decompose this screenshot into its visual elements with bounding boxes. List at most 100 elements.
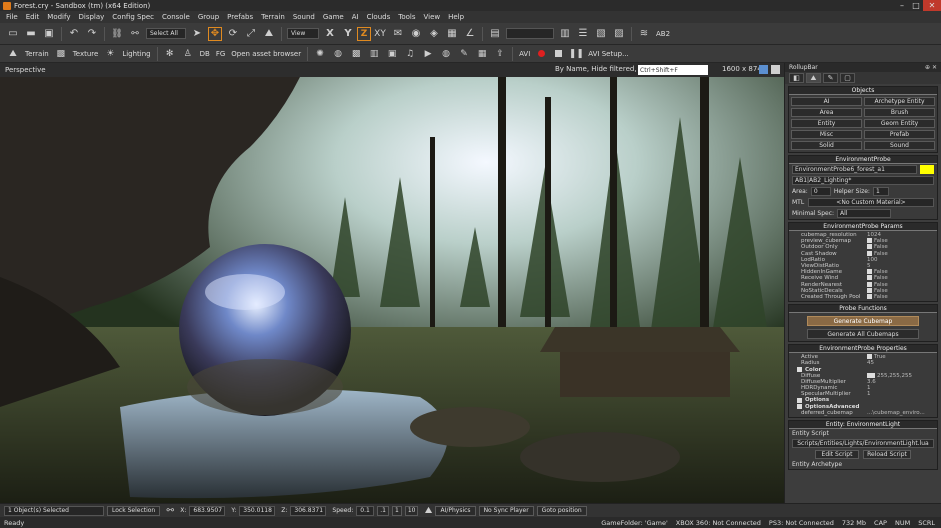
objects-header[interactable]: Objects	[789, 87, 937, 95]
terrain-follow-icon[interactable]: ⛰	[423, 504, 433, 518]
record-icon[interactable]	[538, 50, 546, 57]
fg-button[interactable]: FG	[216, 50, 225, 58]
layer-icon[interactable]: ▤	[488, 27, 502, 41]
axis-y-button[interactable]: Y	[341, 27, 355, 41]
sound-icon[interactable]: ♫	[403, 47, 417, 61]
physics-icon[interactable]: ✺	[313, 47, 327, 61]
goto-position-button[interactable]: Goto position	[536, 505, 587, 516]
speed-01-button[interactable]: .1	[377, 505, 389, 516]
terrain-button[interactable]: Terrain	[25, 50, 49, 58]
param-checkbox[interactable]	[867, 293, 872, 299]
reload-script-button[interactable]: Reload Script	[863, 449, 911, 459]
3d-viewport[interactable]	[0, 77, 784, 503]
probe-color-swatch[interactable]	[920, 165, 934, 174]
prop-row[interactable]: Radius 45	[791, 360, 935, 366]
y-coordinate-input[interactable]: 350.0118	[239, 505, 276, 516]
param-checkbox[interactable]	[867, 281, 872, 287]
param-checkbox[interactable]	[867, 238, 872, 244]
brush-icon[interactable]: ▩	[349, 47, 363, 61]
collapse-icon[interactable]	[797, 404, 802, 410]
viewport-search-input[interactable]: Ctrl+Shift+F	[638, 65, 708, 75]
axis-x-button[interactable]: X	[323, 27, 337, 41]
brush-button[interactable]: Brush	[864, 108, 935, 117]
entity-button[interactable]: Entity	[791, 119, 862, 128]
sound-button[interactable]: Sound	[864, 141, 935, 150]
prop-checkbox[interactable]	[867, 354, 872, 360]
menu-help[interactable]: Help	[448, 13, 464, 21]
script-icon[interactable]: ✎	[457, 47, 471, 61]
layer-field[interactable]	[506, 28, 554, 39]
grid-icon[interactable]: ▦	[445, 27, 459, 41]
helper-size-input[interactable]: 1	[872, 187, 889, 196]
param-checkbox[interactable]	[867, 250, 872, 256]
prop-row[interactable]: Active True	[791, 354, 935, 360]
redo-icon[interactable]: ↷	[85, 27, 99, 41]
no-sync-player-button[interactable]: No Sync Player	[478, 505, 534, 516]
tab-terrain-icon[interactable]: ⛰	[806, 73, 821, 83]
speed-10-button[interactable]: 10	[404, 505, 419, 516]
area-button[interactable]: Area	[791, 108, 862, 117]
speed-1-button[interactable]: 1	[392, 505, 402, 516]
stop-icon[interactable]	[555, 50, 563, 57]
speed-input[interactable]: 0.1	[356, 505, 375, 516]
texture-icon[interactable]: ▩	[54, 47, 68, 61]
layer-tree-icon[interactable]: ▨	[612, 27, 626, 41]
param-checkbox[interactable]	[867, 287, 872, 293]
terrain-icon[interactable]: ⛰	[6, 47, 20, 61]
ai-button[interactable]: AI	[791, 97, 862, 106]
param-row[interactable]: Cast Shadow False	[791, 250, 935, 257]
geom-entity-button[interactable]: Geom Entity	[864, 119, 935, 128]
collapse-icon[interactable]	[797, 367, 802, 373]
prop-row[interactable]: deferred_cubemap ...\cubemap_enviro...	[791, 410, 935, 416]
flowgraph-icon[interactable]: ▥	[367, 47, 381, 61]
menu-display[interactable]: Display	[78, 13, 104, 21]
select-arrow-icon[interactable]: ➤	[190, 27, 204, 41]
rotate-tool-icon[interactable]: ⟳	[226, 27, 240, 41]
param-row[interactable]: Created Through Pool False	[791, 293, 935, 300]
menu-clouds[interactable]: Clouds	[367, 13, 391, 21]
ai-physics-button[interactable]: AI/Physics	[435, 505, 476, 516]
prop-row[interactable]: HDRDynamic 1	[791, 385, 935, 391]
menu-tools[interactable]: Tools	[398, 13, 415, 21]
probe-layer-field[interactable]: AB1|AB2_Lighting*	[792, 176, 934, 185]
env-props-header[interactable]: EnvironmentProbe Properties	[789, 345, 937, 354]
move-tool-icon[interactable]: ✥	[208, 26, 222, 41]
z-coordinate-input[interactable]: 306.8371	[290, 505, 327, 516]
menu-terrain[interactable]: Terrain	[261, 13, 285, 21]
avi-setup-button[interactable]: AVI Setup...	[588, 50, 628, 58]
prop-value[interactable]: 45	[867, 360, 935, 366]
archetype-entity-button[interactable]: Archetype Entity	[864, 97, 935, 106]
layers-stack-icon[interactable]: ≋	[637, 27, 651, 41]
color-swatch[interactable]	[867, 372, 875, 378]
particle-icon[interactable]: ✻	[163, 47, 177, 61]
menu-modify[interactable]: Modify	[47, 13, 70, 21]
misc-button[interactable]: Misc	[791, 130, 862, 139]
lock-selection-button[interactable]: Lock Selection	[107, 505, 161, 516]
maximize-icon[interactable]: □	[909, 0, 923, 11]
save-icon[interactable]: ▣	[42, 27, 56, 41]
param-row[interactable]: RenderNearest False	[791, 281, 935, 288]
menu-file[interactable]: File	[6, 13, 18, 21]
env-params-header[interactable]: EnvironmentProbe Params	[789, 223, 937, 231]
expand-icon[interactable]	[797, 397, 802, 403]
terrain-snap-icon[interactable]: ⛰	[262, 27, 276, 41]
solid-button[interactable]: Solid	[791, 141, 862, 150]
x-coordinate-input[interactable]: 683.9507	[189, 505, 226, 516]
layer-lock-icon[interactable]: ▧	[594, 27, 608, 41]
axis-z-button[interactable]: Z	[357, 26, 371, 41]
param-value[interactable]: 5	[867, 263, 935, 269]
param-row[interactable]: HiddenInGame False	[791, 269, 935, 275]
prop-value[interactable]: ...\cubemap_enviro...	[867, 410, 935, 416]
undo-icon[interactable]: ↶	[67, 27, 81, 41]
prop-value[interactable]: 1	[867, 391, 935, 397]
lighting-icon[interactable]: ☀	[103, 47, 117, 61]
selection-dropdown[interactable]: Select All	[146, 28, 186, 39]
coordinate-system-dropdown[interactable]: View	[287, 28, 319, 39]
param-checkbox[interactable]	[867, 275, 872, 281]
env-probe-header[interactable]: EnvironmentProbe	[789, 156, 937, 164]
photo-icon[interactable]: ▦	[475, 47, 489, 61]
close-icon[interactable]: ✕	[923, 0, 941, 11]
param-row[interactable]: ViewDistRatio 5	[791, 263, 935, 269]
prop-value[interactable]: 1	[867, 385, 935, 391]
menu-console[interactable]: Console	[162, 13, 190, 21]
